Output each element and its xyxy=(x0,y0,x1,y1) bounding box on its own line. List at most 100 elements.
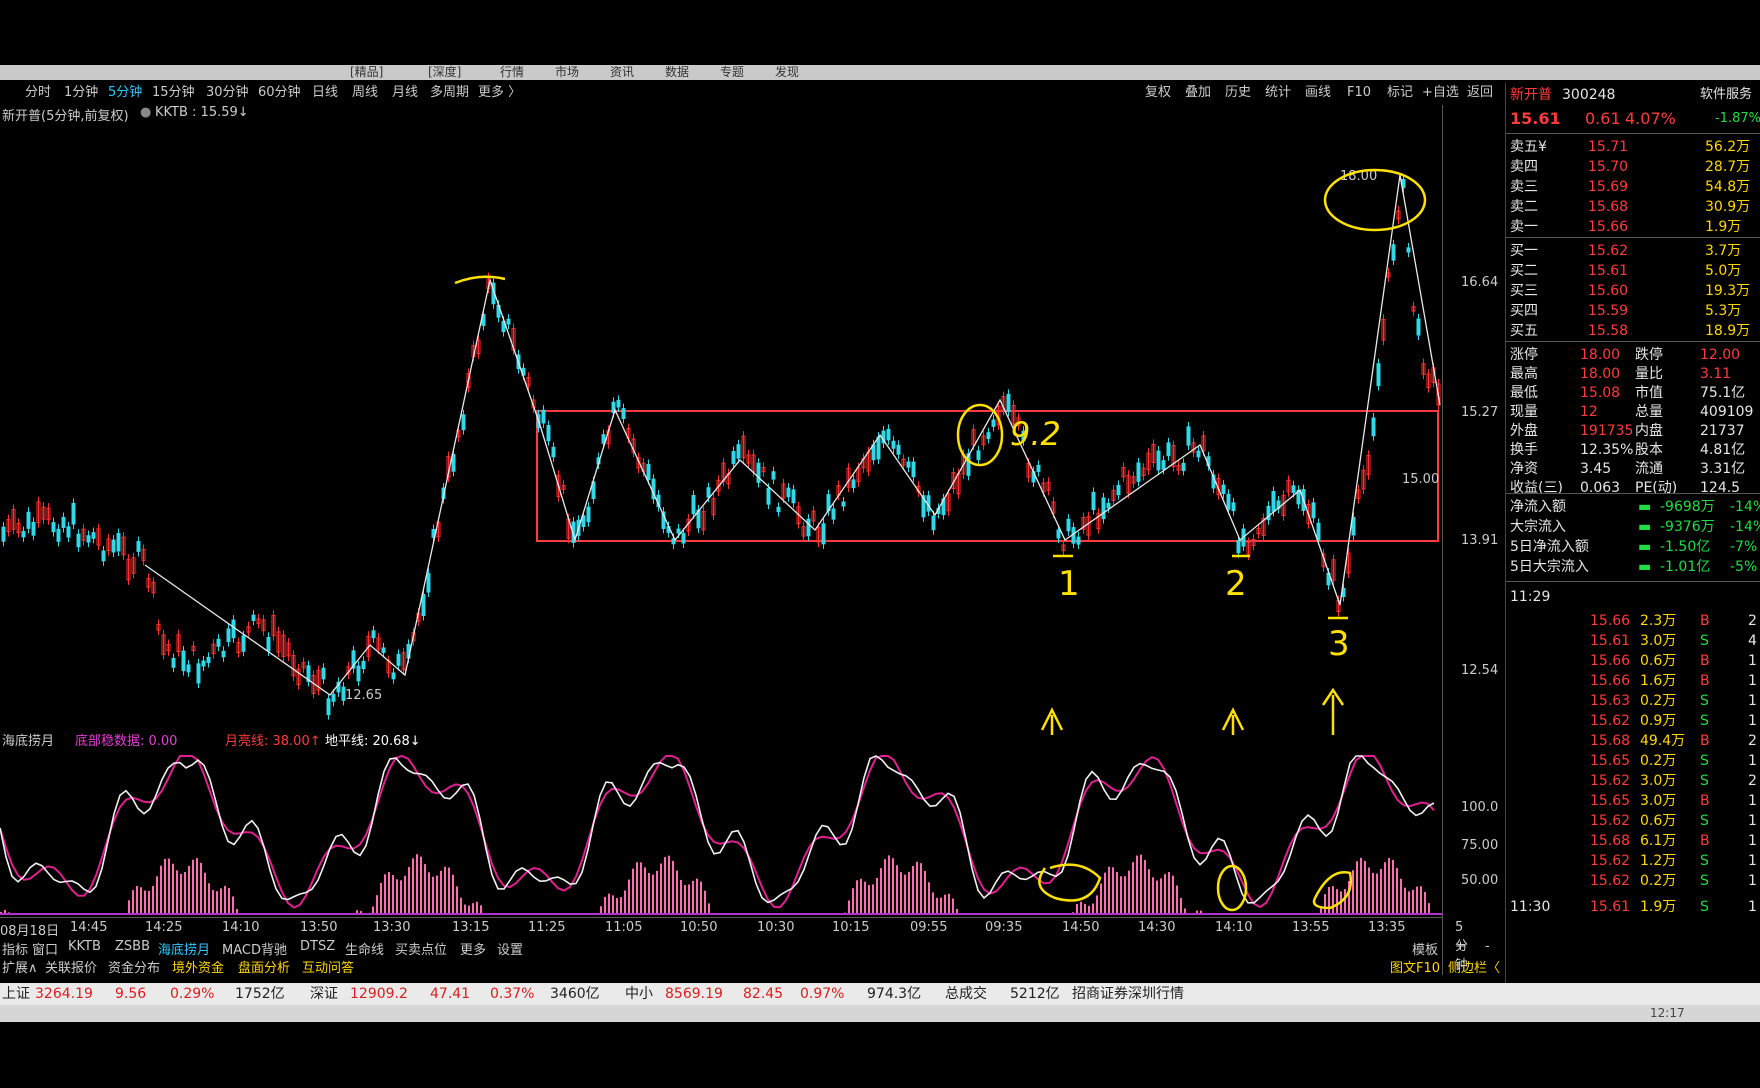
tab-settings[interactable]: 设置 xyxy=(497,939,523,958)
stat-value: 18.00 xyxy=(1580,366,1621,382)
tab-lifeline[interactable]: 生命线 xyxy=(345,939,384,958)
tab-related[interactable]: 关联报价 xyxy=(45,957,97,976)
indicator-name[interactable]: 海底捞月 xyxy=(2,730,54,749)
stat-label: 涨停 xyxy=(1510,347,1538,363)
menu-item[interactable]: [精品] xyxy=(350,65,383,80)
tab-monthly[interactable]: 月线 xyxy=(392,83,418,103)
menu-item[interactable]: 行情 xyxy=(500,65,524,80)
tab-multi[interactable]: 多周期 xyxy=(430,83,469,103)
menu-item[interactable]: 资讯 xyxy=(610,65,634,80)
tab-f10[interactable]: 图文F10 xyxy=(1390,957,1440,976)
menu-item[interactable]: 专题 xyxy=(720,65,744,80)
menu-item[interactable]: 发现 xyxy=(775,65,799,80)
tool-f10[interactable]: F10 xyxy=(1347,83,1371,103)
index-name[interactable]: 深证 xyxy=(310,983,338,1005)
tick-volume: 0.2万 xyxy=(1640,693,1677,709)
quote-row: 卖一 15.66 1.9万 xyxy=(1510,217,1758,237)
tool-history[interactable]: 历史 xyxy=(1225,83,1251,103)
tab-zsbb[interactable]: ZSBB xyxy=(115,939,150,954)
tab-fenshi[interactable]: 分时 xyxy=(25,83,51,103)
osc-bar xyxy=(128,900,130,914)
tab-dtsz[interactable]: DTSZ xyxy=(300,939,335,954)
candle xyxy=(31,521,36,536)
tab-5min[interactable]: 5分钟 xyxy=(108,83,142,103)
tab-indicators[interactable]: 指标 xyxy=(2,939,28,958)
index-name[interactable]: 中小 xyxy=(625,983,653,1005)
price-chart[interactable]: 18.00 12.65 15.00 9.2 1 2 3 xyxy=(0,105,1442,735)
tab-more[interactable]: 更多 xyxy=(460,939,486,958)
quote-row: 5日净流入额 ▬ -1.50亿 -7% xyxy=(1510,537,1758,557)
candle xyxy=(1116,484,1121,496)
candle xyxy=(396,653,401,666)
tab-window[interactable]: 窗口 xyxy=(32,939,58,958)
tab-weekly[interactable]: 周线 xyxy=(352,83,378,103)
zoom-out-button[interactable]: - xyxy=(1485,939,1490,954)
tool-stats[interactable]: 统计 xyxy=(1265,83,1291,103)
osc-bar xyxy=(476,901,478,914)
tab-expand[interactable]: 扩展∧ xyxy=(2,957,38,976)
tick-count: 1 xyxy=(1748,833,1757,849)
candle xyxy=(1101,497,1106,520)
menu-item[interactable]: 市场 xyxy=(555,65,579,80)
tab-kktb[interactable]: KKTB xyxy=(68,939,101,954)
tool-draw[interactable]: 画线 xyxy=(1305,83,1331,103)
sector[interactable]: 软件服务 xyxy=(1700,85,1752,105)
tab-more[interactable]: 更多 〉 xyxy=(478,83,521,103)
menu-item[interactable]: 数据 xyxy=(665,65,689,80)
zoom-in-button[interactable]: + xyxy=(1455,939,1466,954)
tab-fund-dist[interactable]: 资金分布 xyxy=(108,957,160,976)
tool-add-watchlist[interactable]: +自选 xyxy=(1422,83,1459,103)
candle xyxy=(371,630,376,639)
candle xyxy=(381,647,386,653)
osc-bar xyxy=(1076,904,1078,914)
tab-template[interactable]: 模板 xyxy=(1412,939,1438,958)
broker-label[interactable]: 招商证券深圳行情 xyxy=(1072,983,1184,1005)
bid-volume: 5.0万 xyxy=(1705,263,1742,279)
osc-bar xyxy=(1120,876,1122,914)
time-label: 09:55 xyxy=(910,920,948,935)
osc-bar xyxy=(936,897,938,914)
tab-60min[interactable]: 60分钟 xyxy=(258,83,301,103)
candle xyxy=(1416,318,1421,336)
indicator-value-3: 地平线: 20.68↓ xyxy=(325,734,421,749)
tick-price: 15.62 xyxy=(1590,873,1631,889)
tab-1min[interactable]: 1分钟 xyxy=(64,83,98,103)
tab-15min[interactable]: 15分钟 xyxy=(152,83,195,103)
bid-volume: 3.7万 xyxy=(1705,243,1742,259)
oscillator-chart[interactable] xyxy=(0,748,1442,916)
tool-back[interactable]: 返回 xyxy=(1467,83,1493,103)
osc-tick: 50.00 xyxy=(1461,873,1499,888)
quote-row: 15.66 1.6万 B 1 xyxy=(1510,671,1758,691)
candle xyxy=(1271,491,1276,512)
menu-item[interactable]: [深度] xyxy=(428,65,461,80)
tab-analysis[interactable]: 盘面分析 xyxy=(238,957,290,976)
candle xyxy=(876,436,881,460)
osc-bar xyxy=(1368,867,1370,914)
consolidation-box xyxy=(536,410,1439,542)
tab-qa[interactable]: 互动问答 xyxy=(302,957,354,976)
osc-bar xyxy=(140,887,142,914)
osc-bar xyxy=(464,904,466,914)
tab-sidebar[interactable]: 侧边栏〈 xyxy=(1448,957,1500,976)
tick-count: 1 xyxy=(1748,673,1757,689)
tool-mark[interactable]: 标记 xyxy=(1387,83,1413,103)
tool-overlay[interactable]: 叠加 xyxy=(1185,83,1211,103)
osc-bar xyxy=(420,856,422,914)
tab-buysell[interactable]: 买卖点位 xyxy=(395,939,447,958)
osc-bar xyxy=(1136,855,1138,914)
osc-bar xyxy=(432,876,434,914)
tab-foreign[interactable]: 境外资金 xyxy=(172,957,224,976)
tab-macd[interactable]: MACD背驰 xyxy=(222,939,287,958)
tick-price: 15.66 xyxy=(1590,653,1631,669)
osc-bar xyxy=(168,858,170,914)
stat-value: 18.00 xyxy=(1580,347,1621,363)
quote-row: 买一 15.62 3.7万 xyxy=(1510,241,1758,261)
tab-30min[interactable]: 30分钟 xyxy=(206,83,249,103)
index-name[interactable]: 上证 xyxy=(2,983,30,1005)
tab-haidilaoyue[interactable]: 海底捞月 xyxy=(158,939,210,958)
tool-fuquan[interactable]: 复权 xyxy=(1145,83,1171,103)
tick-side: S xyxy=(1700,713,1709,729)
tab-daily[interactable]: 日线 xyxy=(312,83,338,103)
time-label: 14:10 xyxy=(1215,920,1253,935)
stat-label: 收益(三) xyxy=(1510,480,1563,496)
